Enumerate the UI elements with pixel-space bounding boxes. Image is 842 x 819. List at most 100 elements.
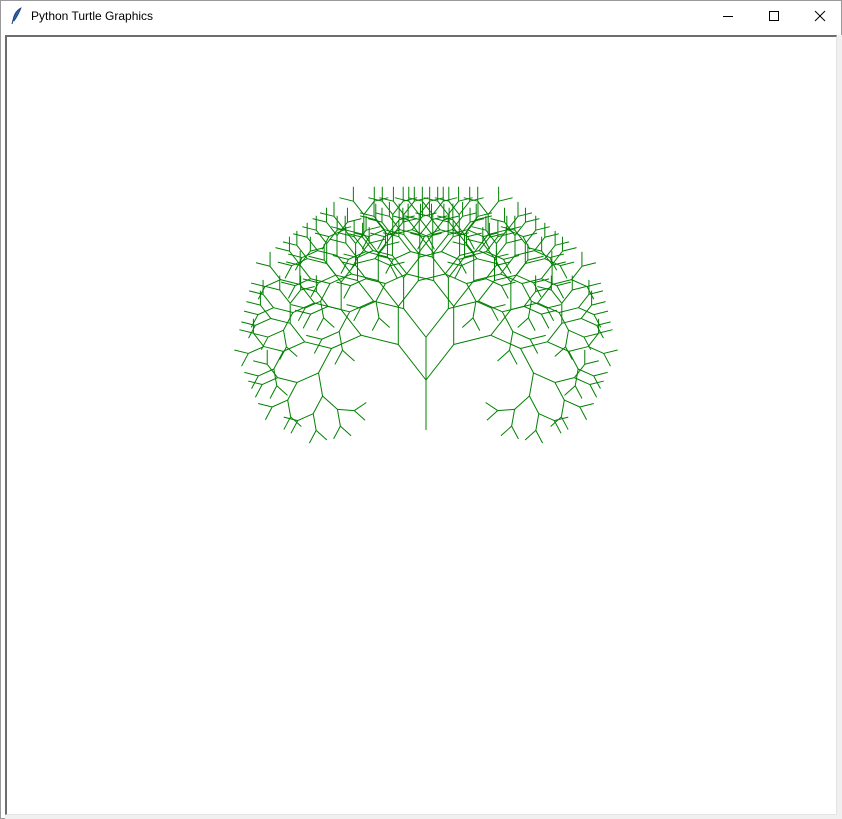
tree-branch [403,308,427,338]
tree-branch [374,258,391,267]
tree-branch [381,200,394,215]
tree-branch [598,329,613,334]
turtle-canvas-area[interactable] [5,35,837,815]
tree-branch [473,234,489,254]
tree-branch [589,384,598,398]
tree-branch [241,353,249,367]
tree-branch [517,317,529,328]
tree-branch [466,283,477,302]
tree-branch [544,233,559,238]
tree-branch [533,236,546,251]
tree-branch [520,341,548,349]
tree-branch [441,236,454,252]
tree-branch [273,368,278,386]
tree-branch [574,385,583,399]
tree-branch [327,305,350,313]
tree-branch [304,300,321,309]
tree-branch [276,385,288,396]
tree-branch [461,317,474,328]
tree-branch [501,281,516,287]
tree-branch [559,265,568,279]
tree-branch [339,197,354,202]
tree-branch [511,409,516,427]
tree-branch [279,289,291,304]
tree-branch [312,395,324,414]
tree-branch [283,312,294,331]
tree-branch [554,346,566,357]
tree-branch [420,219,433,236]
tree-branch [564,399,581,408]
close-button[interactable] [797,1,842,31]
maximize-button[interactable] [751,1,797,31]
tree-branch [408,200,420,215]
minimize-icon [723,16,733,17]
tree-branch [340,425,352,437]
tree-branch [458,200,471,215]
tree-branch [500,425,512,437]
tree-branch [502,305,525,313]
tree-branch [485,229,497,244]
tree-branch [514,395,530,410]
minimize-button[interactable] [705,1,751,31]
close-icon [814,10,826,22]
tree-branch [243,310,259,316]
tree-branch [561,289,573,304]
tree-branch [302,226,317,231]
tree-branch [453,280,475,307]
tree-branch [354,410,366,421]
tree-branch [447,200,459,215]
title-bar[interactable]: Python Turtle Graphics [1,1,841,31]
tree-branch [515,259,529,276]
tree-branch [472,301,477,318]
tree-branch [332,254,349,260]
tree-branch [574,377,591,385]
tree-branch [533,282,542,298]
tree-branch [425,308,449,338]
tree-branch [308,430,317,444]
tree-branch [482,242,495,259]
tree-branch [357,280,375,302]
tree-branch [565,330,569,347]
tree-branch [385,259,394,274]
tree-branch [286,346,298,357]
tree-branch [431,256,449,279]
tree-branch [393,200,405,215]
tree-branch [522,232,538,238]
tree-branch [571,279,588,287]
tree-branch [375,283,386,302]
tree-branch [588,290,604,295]
tree-branch [394,197,409,202]
tree-branch [441,251,459,260]
tree-branch [503,254,520,260]
tree-branch [267,329,284,338]
tree-branch [501,311,514,332]
tree-branch [533,372,556,383]
tree-branch [365,226,381,231]
tree-branch [553,420,562,434]
tree-branch [323,317,335,328]
tree-branch [294,309,311,315]
tree-branch [258,368,275,377]
tree-branch [310,305,329,315]
tree-branch [520,348,534,374]
tree-branch [565,346,573,360]
tree-branch [425,344,455,381]
tree-branch [437,200,449,215]
tree-branch [472,317,481,331]
tree-branch [403,234,419,254]
tree-branch [315,430,328,441]
tree-branch [524,430,537,441]
tree-branch [581,262,597,267]
tree-branch [572,285,587,291]
tree-branch [264,279,281,287]
tree-branch [322,395,338,410]
tree-branch [365,278,386,285]
tree-branch [315,229,328,244]
tree-branch [580,304,593,319]
tree-branch [556,285,565,299]
tree-branch [511,425,519,440]
tree-branch [377,280,399,307]
tree-branch [279,346,287,360]
tree-branch [477,200,489,215]
vertical-scroll-edge [837,35,842,815]
